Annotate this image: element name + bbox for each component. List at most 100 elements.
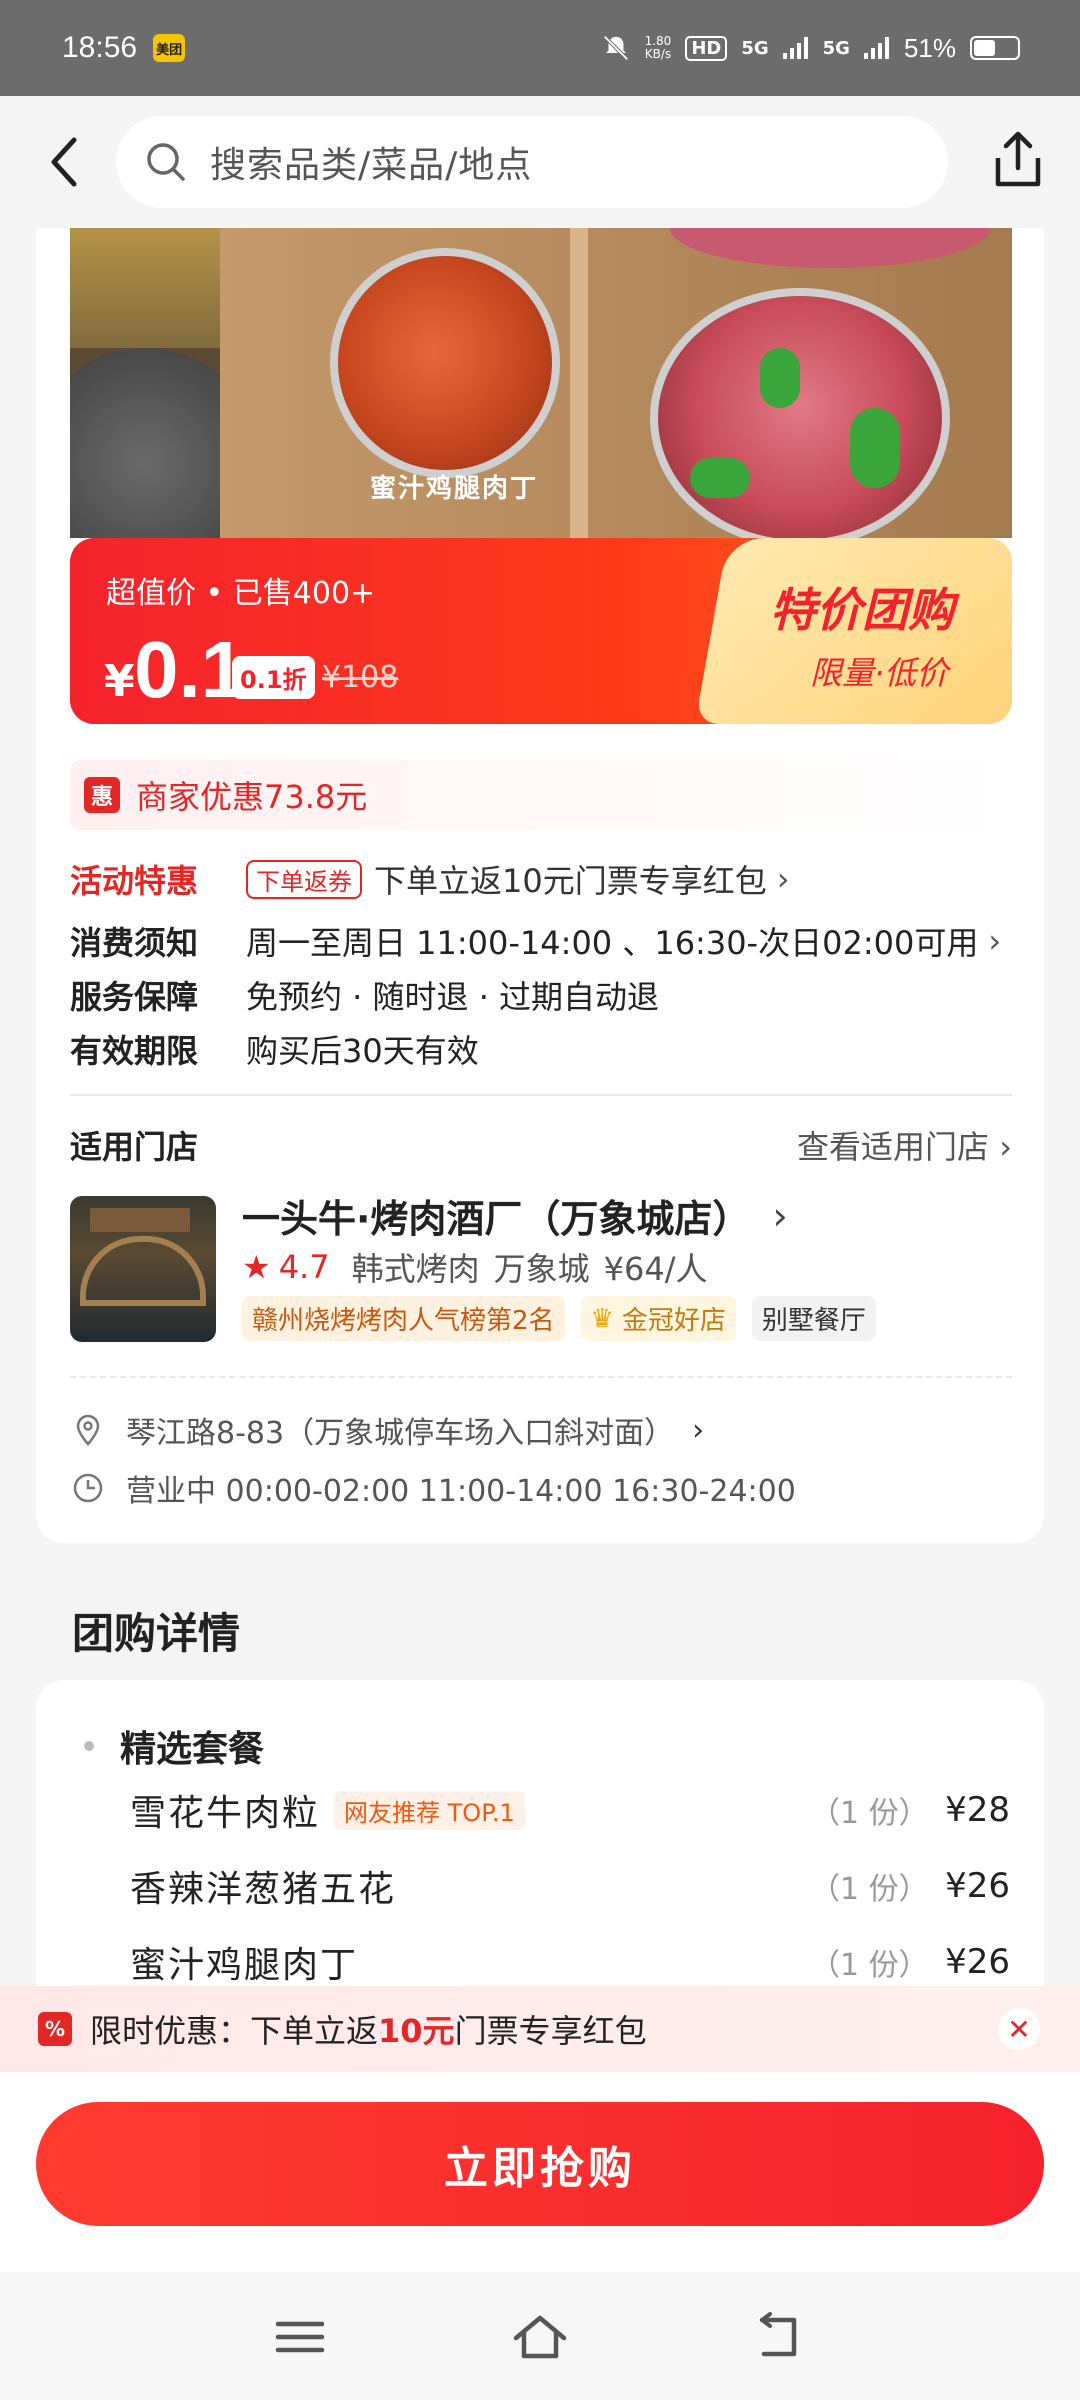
original-price: ¥108 — [322, 660, 399, 695]
signal-bars-icon — [863, 37, 889, 59]
view-shops-link[interactable]: 查看适用门店 › — [797, 1122, 1012, 1168]
shop-section-label: 适用门店 — [70, 1128, 199, 1166]
address-row[interactable]: 琴江路8-83（万象城停车场入口斜对面） › — [70, 1408, 704, 1452]
activity-tag: 下单返券 — [246, 859, 362, 899]
dish-qty: （1 份） — [810, 1796, 929, 1831]
price-currency: ¥ — [104, 656, 135, 707]
notice-value: 周一至周日 11:00-14:00 、16:30-次日02:00可用 — [246, 924, 979, 962]
status-right: 1.80 KB/s HD 5G 5G 51% — [601, 33, 1020, 64]
price-banner: 超值价 • 已售400+ ¥ 0.1 0.1折 ¥108 特价团购 限量·低价 — [70, 538, 1012, 724]
search-input[interactable]: 搜索品类/菜品/地点 — [116, 116, 948, 208]
status-time: 18:56 — [62, 31, 138, 64]
limited-promo-strip[interactable]: % 限时优惠：下单立返10元门票专享红包 ✕ — [0, 1986, 1080, 2072]
home-icon[interactable] — [510, 2312, 570, 2362]
chevron-right-icon: › — [692, 1412, 705, 1448]
status-bar: 18:56 美团 1.80 KB/s HD 5G 5G 51% — [0, 0, 1080, 96]
service-row: 服务保障 免预约 · 随时退 · 过期自动退 — [70, 972, 659, 1018]
net-speed: 1.80 KB/s — [644, 34, 672, 61]
activity-key: 活动特惠 — [70, 862, 199, 900]
dish-row: 蜜汁鸡腿肉丁 （1 份） ¥26 — [130, 1936, 1010, 1988]
back-icon[interactable] — [44, 134, 84, 190]
hd-indicator: HD — [685, 35, 728, 61]
promo-subtitle: 限量·低价 — [810, 654, 949, 692]
shop-section-header: 适用门店 查看适用门店 › — [70, 1122, 1012, 1168]
signal-5g-2: 5G — [822, 37, 850, 59]
detail-section-title: 团购详情 — [72, 1609, 241, 1658]
crown-badge[interactable]: ♛ 金冠好店 — [580, 1296, 736, 1341]
shop-meta: ★ 4.7 韩式烤肉 万象城 ¥64/人 — [242, 1244, 707, 1290]
page: 18:56 美团 1.80 KB/s HD 5G 5G 51% 搜索品类/菜品/地… — [0, 0, 1080, 2400]
divider — [70, 1094, 1012, 1096]
shop-address: 琴江路8-83（万象城停车场入口斜对面） — [126, 1416, 675, 1451]
activity-value: 下单立返10元门票专享红包 — [374, 862, 767, 900]
share-icon[interactable] — [990, 128, 1046, 190]
package-title: 精选套餐 — [84, 1720, 264, 1772]
service-value: 免预约 · 随时退 · 过期自动退 — [246, 978, 660, 1016]
dashed-divider — [70, 1376, 1012, 1378]
notice-key: 消费须知 — [70, 924, 199, 962]
shop-hours: 营业中 00:00-02:00 11:00-14:00 16:30-24:00 — [126, 1474, 796, 1509]
dish-row: 香辣洋葱猪五花 （1 份） ¥26 — [130, 1860, 1010, 1912]
deal-photo[interactable]: 蜜汁鸡腿肉丁 — [70, 228, 1012, 538]
deal-card: 蜜汁鸡腿肉丁 超值价 • 已售400+ ¥ 0.1 0.1折 ¥108 特价团购… — [36, 228, 1044, 1543]
dish-price: ¥26 — [945, 1866, 1010, 1906]
promo-title: 特价团购 — [770, 583, 954, 637]
close-icon[interactable]: ✕ — [998, 2008, 1040, 2050]
merchant-discount-banner[interactable]: 惠 商家优惠73.8元 — [70, 760, 1012, 830]
promo-strip-text: 限时优惠：下单立返10元门票专享红包 — [90, 2012, 647, 2050]
signal-bars-icon — [782, 37, 808, 59]
mute-bell-icon — [603, 35, 629, 61]
chevron-right-icon: › — [772, 1193, 788, 1238]
dish-price: ¥26 — [945, 1942, 1010, 1982]
top-header: 搜索品类/菜品/地点 — [0, 96, 1080, 228]
price-value: 0.1 — [134, 625, 246, 714]
shop-thumbnail[interactable] — [70, 1196, 216, 1342]
crown-icon: ♛ — [590, 1303, 614, 1334]
service-key: 服务保障 — [70, 978, 199, 1016]
search-placeholder: 搜索品类/菜品/地点 — [210, 145, 533, 186]
type-badge: 别墅餐厅 — [751, 1296, 876, 1341]
dish-qty: （1 份） — [810, 1948, 929, 1983]
location-icon — [76, 1414, 100, 1446]
dish-row: 雪花牛肉粒 网友推荐 TOP.1 （1 份） ¥28 — [130, 1784, 1010, 1836]
shop-cuisine: 韩式烤肉 — [351, 1250, 480, 1288]
dish-name: 香辣洋葱猪五花 — [130, 1869, 397, 1910]
chevron-right-icon: › — [988, 922, 1002, 960]
validity-value: 购买后30天有效 — [246, 1032, 479, 1070]
shop-name[interactable]: 一头牛·烤肉酒厂（万象城店） › — [242, 1188, 788, 1243]
back-nav-icon[interactable] — [750, 2312, 810, 2362]
notice-row[interactable]: 消费须知 周一至周日 11:00-14:00 、16:30-次日02:00可用 … — [70, 918, 1001, 964]
clock-icon — [73, 1473, 103, 1503]
bottom-action-bar: 立即抢购 — [0, 2072, 1080, 2272]
menu-icon[interactable] — [270, 2312, 330, 2362]
bullet-dot — [84, 1741, 94, 1751]
hours-row: 营业中 00:00-02:00 11:00-14:00 16:30-24:00 — [70, 1466, 796, 1510]
battery-icon — [970, 36, 1020, 60]
signal-5g-1: 5G — [741, 37, 769, 59]
detail-card: 精选套餐 雪花牛肉粒 网友推荐 TOP.1 （1 份） ¥28 香辣洋葱猪五花 … — [36, 1680, 1044, 2000]
activity-row[interactable]: 活动特惠 下单返券 下单立返10元门票专享红包 › — [70, 856, 790, 902]
merchant-discount-text: 商家优惠73.8元 — [136, 778, 368, 816]
dish-name: 雪花牛肉粒 — [130, 1793, 321, 1834]
shop-badges: 赣州烧烤烤肉人气榜第2名 ♛ 金冠好店 别墅餐厅 — [242, 1296, 876, 1341]
discount-badge: 0.1折 — [232, 656, 315, 699]
system-nav-bar — [0, 2272, 1080, 2400]
chevron-right-icon: › — [776, 860, 790, 898]
search-icon — [147, 143, 185, 181]
shop-avg-price: ¥64/人 — [603, 1250, 708, 1288]
meituan-app-badge: 美团 — [153, 34, 186, 62]
coupon-icon: % — [38, 2012, 72, 2046]
star-icon: ★ — [242, 1248, 271, 1286]
sold-tagline: 超值价 • 已售400+ — [106, 576, 376, 611]
dish-name: 蜜汁鸡腿肉丁 — [130, 1945, 359, 1986]
dish-qty: （1 份） — [810, 1872, 929, 1907]
shop-area: 万象城 — [493, 1250, 590, 1288]
dish-price: ¥28 — [945, 1790, 1010, 1830]
dish-tag: 网友推荐 TOP.1 — [334, 1790, 525, 1830]
rank-badge[interactable]: 赣州烧烤烤肉人气榜第2名 — [242, 1296, 565, 1341]
battery-percent: 51% — [903, 32, 956, 63]
validity-row: 有效期限 购买后30天有效 — [70, 1026, 479, 1072]
discount-icon: 惠 — [84, 777, 120, 813]
photo-label: 蜜汁鸡腿肉丁 — [370, 474, 539, 504]
buy-now-button[interactable]: 立即抢购 — [36, 2102, 1044, 2226]
